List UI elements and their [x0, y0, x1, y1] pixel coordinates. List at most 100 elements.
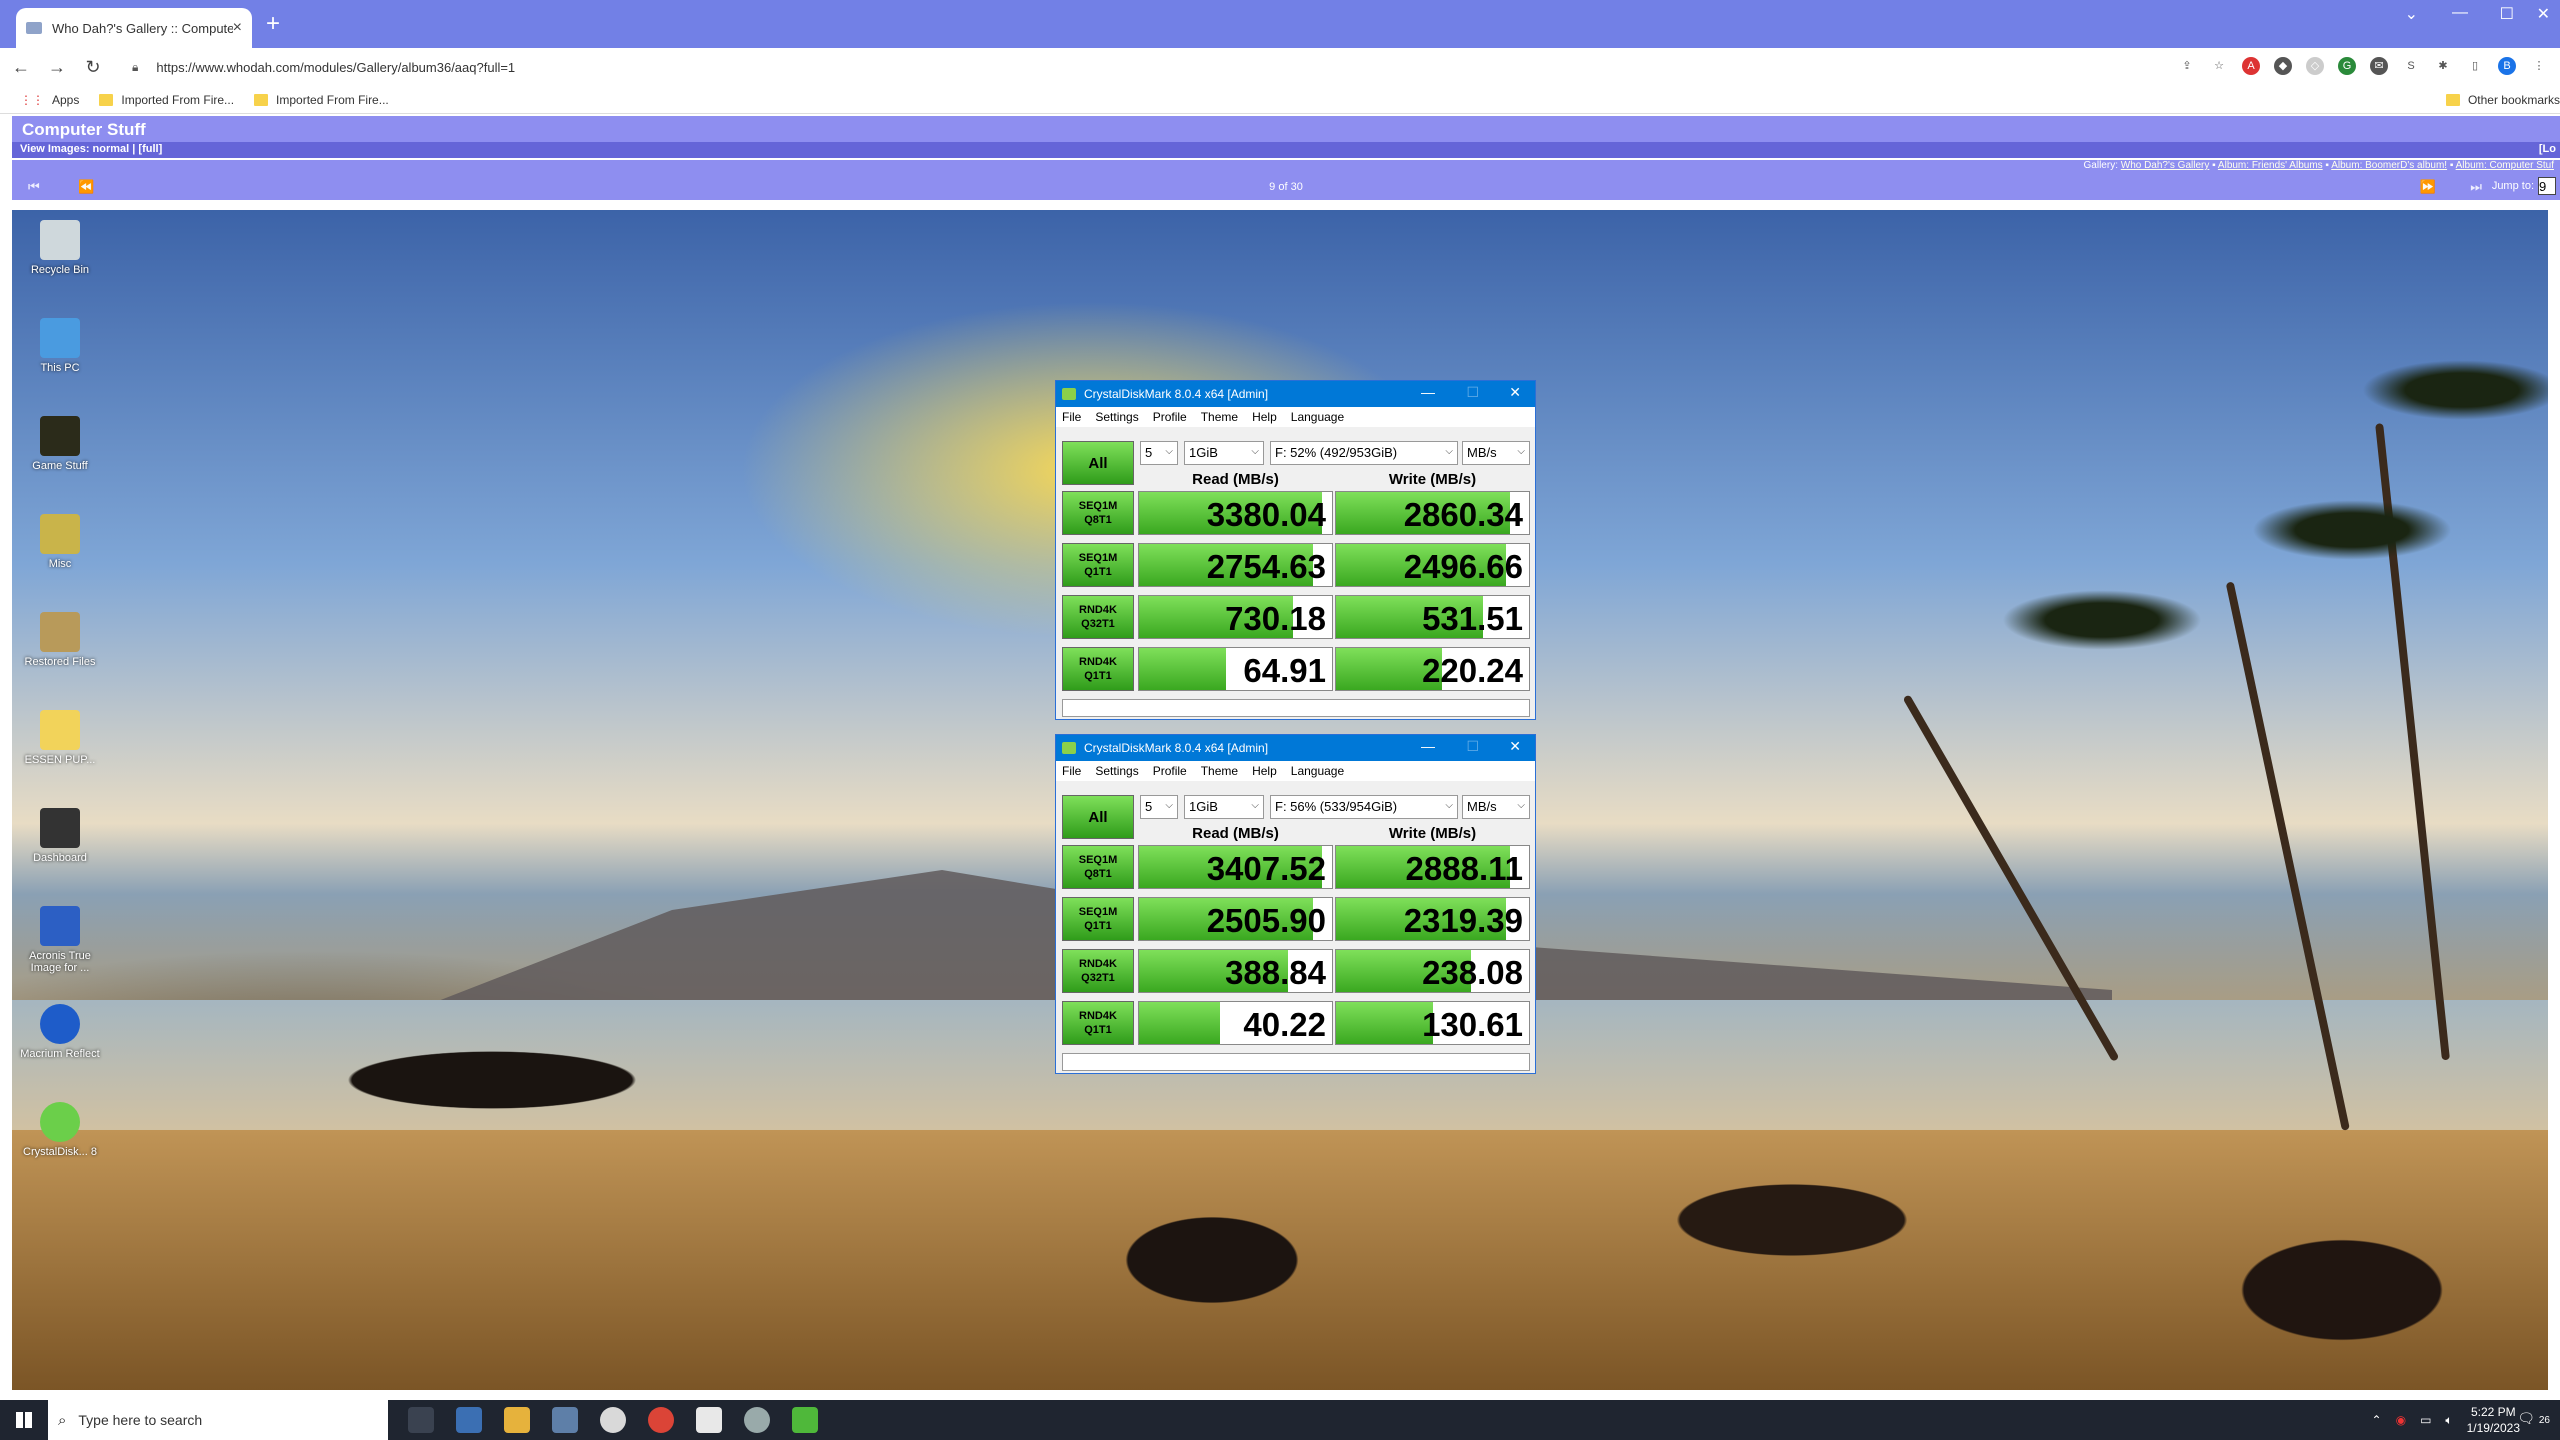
menu-language[interactable]: Language [1291, 410, 1344, 424]
comment-field[interactable] [1062, 1053, 1530, 1071]
desktop-icon-recycle-bin[interactable]: Recycle Bin [20, 220, 100, 276]
address-bar[interactable]: https://www.whodah.com/modules/Gallery/a… [156, 60, 515, 75]
menu-file[interactable]: File [1062, 410, 1081, 424]
app-icon[interactable] [552, 1407, 578, 1433]
extension-icon[interactable]: S [2402, 57, 2420, 75]
close-button[interactable]: ✕ [1509, 738, 1521, 755]
close-button[interactable]: ✕ [1509, 384, 1521, 401]
breadcrumb-link[interactable]: Album: Computer Stuf [2456, 160, 2554, 171]
desktop-icon-acronis[interactable]: Acronis True Image for ... [20, 906, 100, 974]
file-explorer-icon[interactable] [504, 1407, 530, 1433]
bookmark-item[interactable]: Imported From Fire... [254, 93, 389, 107]
menu-profile[interactable]: Profile [1153, 410, 1187, 424]
forward-button[interactable]: → [42, 57, 72, 78]
profile-avatar[interactable]: B [2498, 57, 2516, 75]
menu-theme[interactable]: Theme [1201, 410, 1238, 424]
notification-center[interactable]: 🗨︎ 26 [2517, 1410, 2550, 1427]
share-icon[interactable]: ⇪ [2178, 57, 2196, 75]
desktop-icon-misc[interactable]: Misc [20, 514, 100, 570]
test-button-rnd4k-q32t1[interactable]: RND4K Q32T1 [1062, 595, 1134, 639]
unit-select[interactable]: MB/s ⌵ [1462, 795, 1530, 819]
extension-icon[interactable]: ◆ [2274, 57, 2292, 75]
desktop-icon-this-pc[interactable]: This PC [20, 318, 100, 374]
test-button-rnd4k-q1t1[interactable]: RND4K Q1T1 [1062, 647, 1134, 691]
start-button[interactable] [0, 1400, 48, 1440]
chrome-icon[interactable] [648, 1407, 674, 1433]
desktop-icon-dashboard[interactable]: Dashboard [20, 808, 100, 864]
maximize-button[interactable]: ☐ [1466, 384, 1479, 401]
lock-icon[interactable]: 🔒︎ [132, 60, 138, 75]
unit-select[interactable]: MB/s ⌵ [1462, 441, 1530, 465]
test-button-rnd4k-q32t1[interactable]: RND4K Q32T1 [1062, 949, 1134, 993]
view-images-link[interactable]: View Images: normal | [full] [20, 143, 162, 155]
desktop-icon-restored-files[interactable]: Restored Files [20, 612, 100, 668]
grammarly-icon[interactable]: G [2338, 57, 2356, 75]
other-bookmarks[interactable]: Other bookmarks [2445, 93, 2560, 107]
desktop-icon-macrium[interactable]: Macrium Reflect [20, 1004, 100, 1060]
desktop-icon-game-stuff[interactable]: Game Stuff [20, 416, 100, 472]
login-link[interactable]: [Lo [2539, 143, 2556, 155]
menu-language[interactable]: Language [1291, 764, 1344, 778]
menu-help[interactable]: Help [1252, 410, 1277, 424]
settings-icon[interactable] [600, 1407, 626, 1433]
task-view-icon[interactable] [408, 1407, 434, 1433]
maximize-button[interactable]: ☐ [2500, 4, 2514, 24]
test-count-select[interactable]: 5 ⌵ [1140, 441, 1178, 465]
new-tab-button[interactable]: + [266, 10, 280, 38]
browser-tab[interactable]: Who Dah?'s Gallery :: Computer × [16, 8, 252, 48]
bookmark-star-icon[interactable]: ☆ [2210, 57, 2228, 75]
side-panel-icon[interactable]: ▯ [2466, 57, 2484, 75]
calculator-icon[interactable] [456, 1407, 482, 1433]
close-window-button[interactable]: ✕ [2537, 4, 2550, 24]
desktop-icon-crystaldisk[interactable]: CrystalDisk... 8 [20, 1102, 100, 1158]
test-button-seq1m-q1t1[interactable]: SEQ1M Q1T1 [1062, 897, 1134, 941]
test-button-seq1m-q8t1[interactable]: SEQ1M Q8T1 [1062, 491, 1134, 535]
volume-icon[interactable]: 🔈︎ [2445, 1413, 2452, 1428]
tab-close-icon[interactable]: × [233, 19, 242, 37]
menu-theme[interactable]: Theme [1201, 764, 1238, 778]
menu-settings[interactable]: Settings [1095, 764, 1138, 778]
menu-icon[interactable]: ⋮ [2530, 57, 2548, 75]
bookmark-item[interactable]: Imported From Fire... [99, 93, 234, 107]
test-button-seq1m-q8t1[interactable]: SEQ1M Q8T1 [1062, 845, 1134, 889]
test-size-select[interactable]: 1GiB ⌵ [1184, 795, 1264, 819]
run-all-button[interactable]: All [1062, 795, 1134, 839]
mail-icon[interactable]: ✉ [2370, 57, 2388, 75]
breadcrumb-link[interactable]: Who Dah?'s Gallery [2121, 160, 2210, 171]
taskbar-search[interactable]: ⌕ Type here to search [48, 1400, 388, 1440]
menu-help[interactable]: Help [1252, 764, 1277, 778]
security-icon[interactable] [696, 1407, 722, 1433]
maximize-button[interactable]: ☐ [1466, 738, 1479, 755]
bookmark-apps[interactable]: ⋮⋮ Apps [20, 93, 79, 107]
last-image-icon[interactable]: ⏭ [2470, 179, 2482, 195]
test-count-select[interactable]: 5 ⌵ [1140, 795, 1178, 819]
menu-profile[interactable]: Profile [1153, 764, 1187, 778]
desktop-icon-folder[interactable]: ESSEN PUP... [20, 710, 100, 766]
menu-settings[interactable]: Settings [1095, 410, 1138, 424]
run-all-button[interactable]: All [1062, 441, 1134, 485]
network-icon[interactable]: ▭ [2420, 1413, 2431, 1427]
next-image-icon[interactable]: ⏩ [2420, 179, 2436, 195]
jump-input[interactable] [2538, 177, 2556, 195]
breadcrumb-link[interactable]: Album: BoomerD's album! [2331, 160, 2447, 171]
minimize-button[interactable]: — [2452, 4, 2468, 22]
comment-field[interactable] [1062, 699, 1530, 717]
drive-select[interactable]: F: 56% (533/954GiB) ⌵ [1270, 795, 1458, 819]
app-icon[interactable] [744, 1407, 770, 1433]
tray-app-icon[interactable]: ◉ [2396, 1413, 2406, 1427]
breadcrumb-link[interactable]: Album: Friends' Albums [2218, 160, 2323, 171]
crystaldisk-icon[interactable] [792, 1407, 818, 1433]
menu-file[interactable]: File [1062, 764, 1081, 778]
adblock-icon[interactable]: A [2242, 57, 2260, 75]
back-button[interactable]: ← [6, 57, 36, 78]
puzzle-icon[interactable]: ✱ [2434, 57, 2452, 75]
minimize-button[interactable]: — [1421, 738, 1435, 754]
test-button-seq1m-q1t1[interactable]: SEQ1M Q1T1 [1062, 543, 1134, 587]
reload-button[interactable]: ↻ [78, 57, 108, 78]
clock[interactable]: 5:22 PM 1/19/2023 [2467, 1404, 2520, 1436]
test-size-select[interactable]: 1GiB ⌵ [1184, 441, 1264, 465]
test-button-rnd4k-q1t1[interactable]: RND4K Q1T1 [1062, 1001, 1134, 1045]
minimize-button[interactable]: — [1421, 384, 1435, 400]
drive-select[interactable]: F: 52% (492/953GiB) ⌵ [1270, 441, 1458, 465]
chevron-up-icon[interactable]: ⌃ [2372, 1413, 2382, 1427]
